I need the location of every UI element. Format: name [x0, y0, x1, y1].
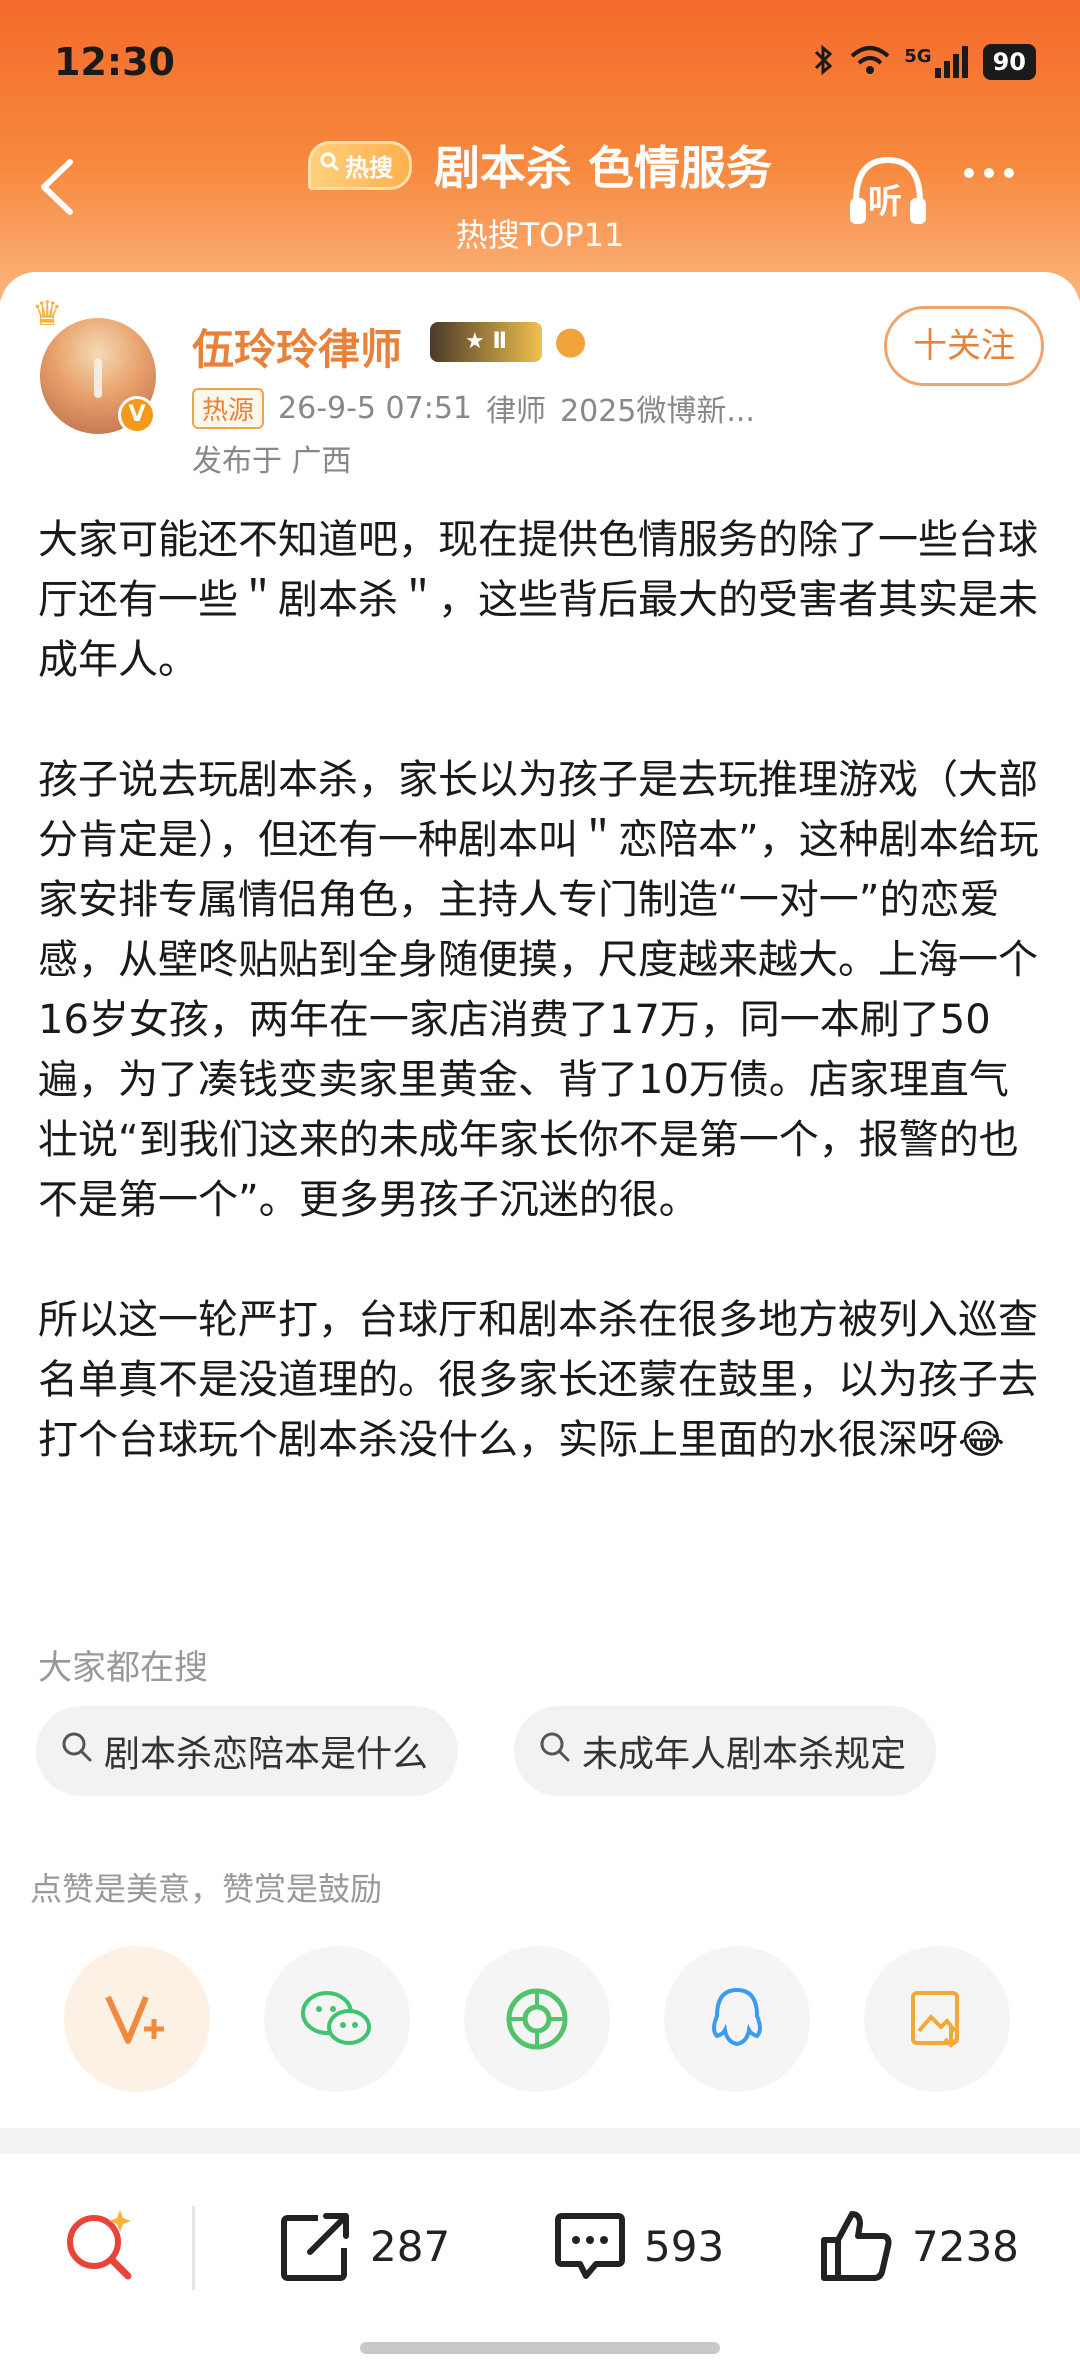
- like-button[interactable]: 7238: [818, 2208, 1019, 2284]
- listen-button[interactable]: 听: [846, 150, 930, 234]
- search-icon: [319, 151, 341, 179]
- chip-label: 剧本杀恋陪本是什么: [104, 1734, 429, 1775]
- toolbar-divider: [192, 2206, 195, 2290]
- section-divider: [0, 2128, 1080, 2154]
- more-dot-icon: [1004, 168, 1014, 178]
- save-image-button[interactable]: [864, 1946, 1010, 2092]
- like-count: 7238: [912, 2221, 1019, 2271]
- follow-button[interactable]: 十关注: [884, 306, 1044, 386]
- save-image-icon: [911, 1991, 959, 2048]
- repost-icon: [281, 2213, 349, 2281]
- more-dot-icon: [964, 168, 974, 178]
- cellular-icon: 5G: [904, 46, 968, 78]
- bluetooth-icon: [812, 42, 836, 82]
- post-content: 大家可能还不知道吧，现在提供色情服务的除了一些台球厅还有一些＂剧本杀＂，这些背后…: [38, 510, 1048, 1530]
- chip-label: 未成年人剧本杀规定: [582, 1734, 907, 1775]
- author-name[interactable]: 伍玲玲律师: [192, 316, 402, 377]
- search-icon: [538, 1730, 572, 1773]
- wifi-icon: [850, 44, 890, 80]
- share-wechat-button[interactable]: [264, 1946, 410, 2092]
- status-time: 12:30: [54, 40, 175, 84]
- reward-v-icon: [105, 1995, 164, 2044]
- author-title: 2025微博新...: [560, 394, 755, 429]
- wechat-icon: [301, 1991, 371, 2045]
- post-paragraph: 所以这一轮严打，台球厅和剧本杀在很多地方被列入巡查名单真不是没道理的。很多家长还…: [38, 1297, 1038, 1463]
- more-dot-icon: [984, 168, 994, 178]
- reward-button[interactable]: [64, 1946, 210, 2092]
- status-icons: 5G 90: [812, 42, 1036, 82]
- post-time: 26-9-5 07:51: [278, 390, 473, 426]
- star-icon: ★: [465, 329, 485, 354]
- page-title: 剧本杀 色情服务: [433, 141, 772, 195]
- hot-badge-label: 热搜: [344, 153, 393, 182]
- ai-search-button[interactable]: [58, 2202, 142, 2290]
- listen-label: 听: [868, 182, 902, 222]
- praise-note: 点赞是美意，赞赏是鼓励: [30, 1870, 383, 1908]
- repost-button[interactable]: 287: [278, 2208, 450, 2284]
- author-avatar[interactable]: ♛ V: [32, 294, 162, 440]
- status-bar: 12:30 5G 90: [0, 30, 1080, 100]
- ai-search-icon: [67, 2210, 132, 2280]
- network-type: 5G: [904, 46, 932, 67]
- related-searches-label: 大家都在搜: [38, 1648, 208, 1688]
- post-location: 发布于 广西: [192, 444, 352, 479]
- comment-button[interactable]: 593: [552, 2208, 724, 2284]
- author-role: 律师: [486, 394, 547, 429]
- moments-icon: [506, 1988, 568, 2050]
- level-badge: ★ Ⅱ: [430, 322, 542, 362]
- post-paragraph: 大家可能还不知道吧，现在提供色情服务的除了一些台球厅还有一些＂剧本杀＂，这些背后…: [38, 517, 1038, 683]
- level-label: Ⅱ: [492, 329, 507, 354]
- qq-icon: [712, 1987, 762, 2047]
- thumbs-up-icon: [821, 2211, 892, 2281]
- home-indicator[interactable]: [360, 2342, 720, 2354]
- share-qq-button[interactable]: [664, 1946, 810, 2092]
- post-paragraph: 孩子说去玩剧本杀，家长以为孩子是去玩推理游戏（大部分肯定是），但还有一种剧本叫＂…: [38, 757, 1039, 1223]
- hot-search-badge: 热搜: [307, 140, 412, 190]
- battery-indicator: 90: [982, 44, 1036, 80]
- related-search-chip[interactable]: 剧本杀恋陪本是什么: [36, 1706, 459, 1796]
- hot-source-badge: 热源: [192, 387, 265, 429]
- verified-icon: V: [118, 396, 156, 434]
- related-search-chip[interactable]: 未成年人剧本杀规定: [514, 1706, 937, 1796]
- repost-count: 287: [370, 2221, 451, 2271]
- more-options-button[interactable]: [964, 168, 1014, 178]
- search-icon: [60, 1730, 94, 1773]
- fish-icon: ●: [554, 318, 588, 362]
- share-moments-button[interactable]: [464, 1946, 610, 2092]
- post-meta: 热源 26-9-5 07:51 律师 2025微博新...: [192, 386, 755, 430]
- comment-count: 593: [644, 2221, 725, 2271]
- crown-icon: ♛: [32, 294, 63, 334]
- comment-icon: [555, 2213, 625, 2279]
